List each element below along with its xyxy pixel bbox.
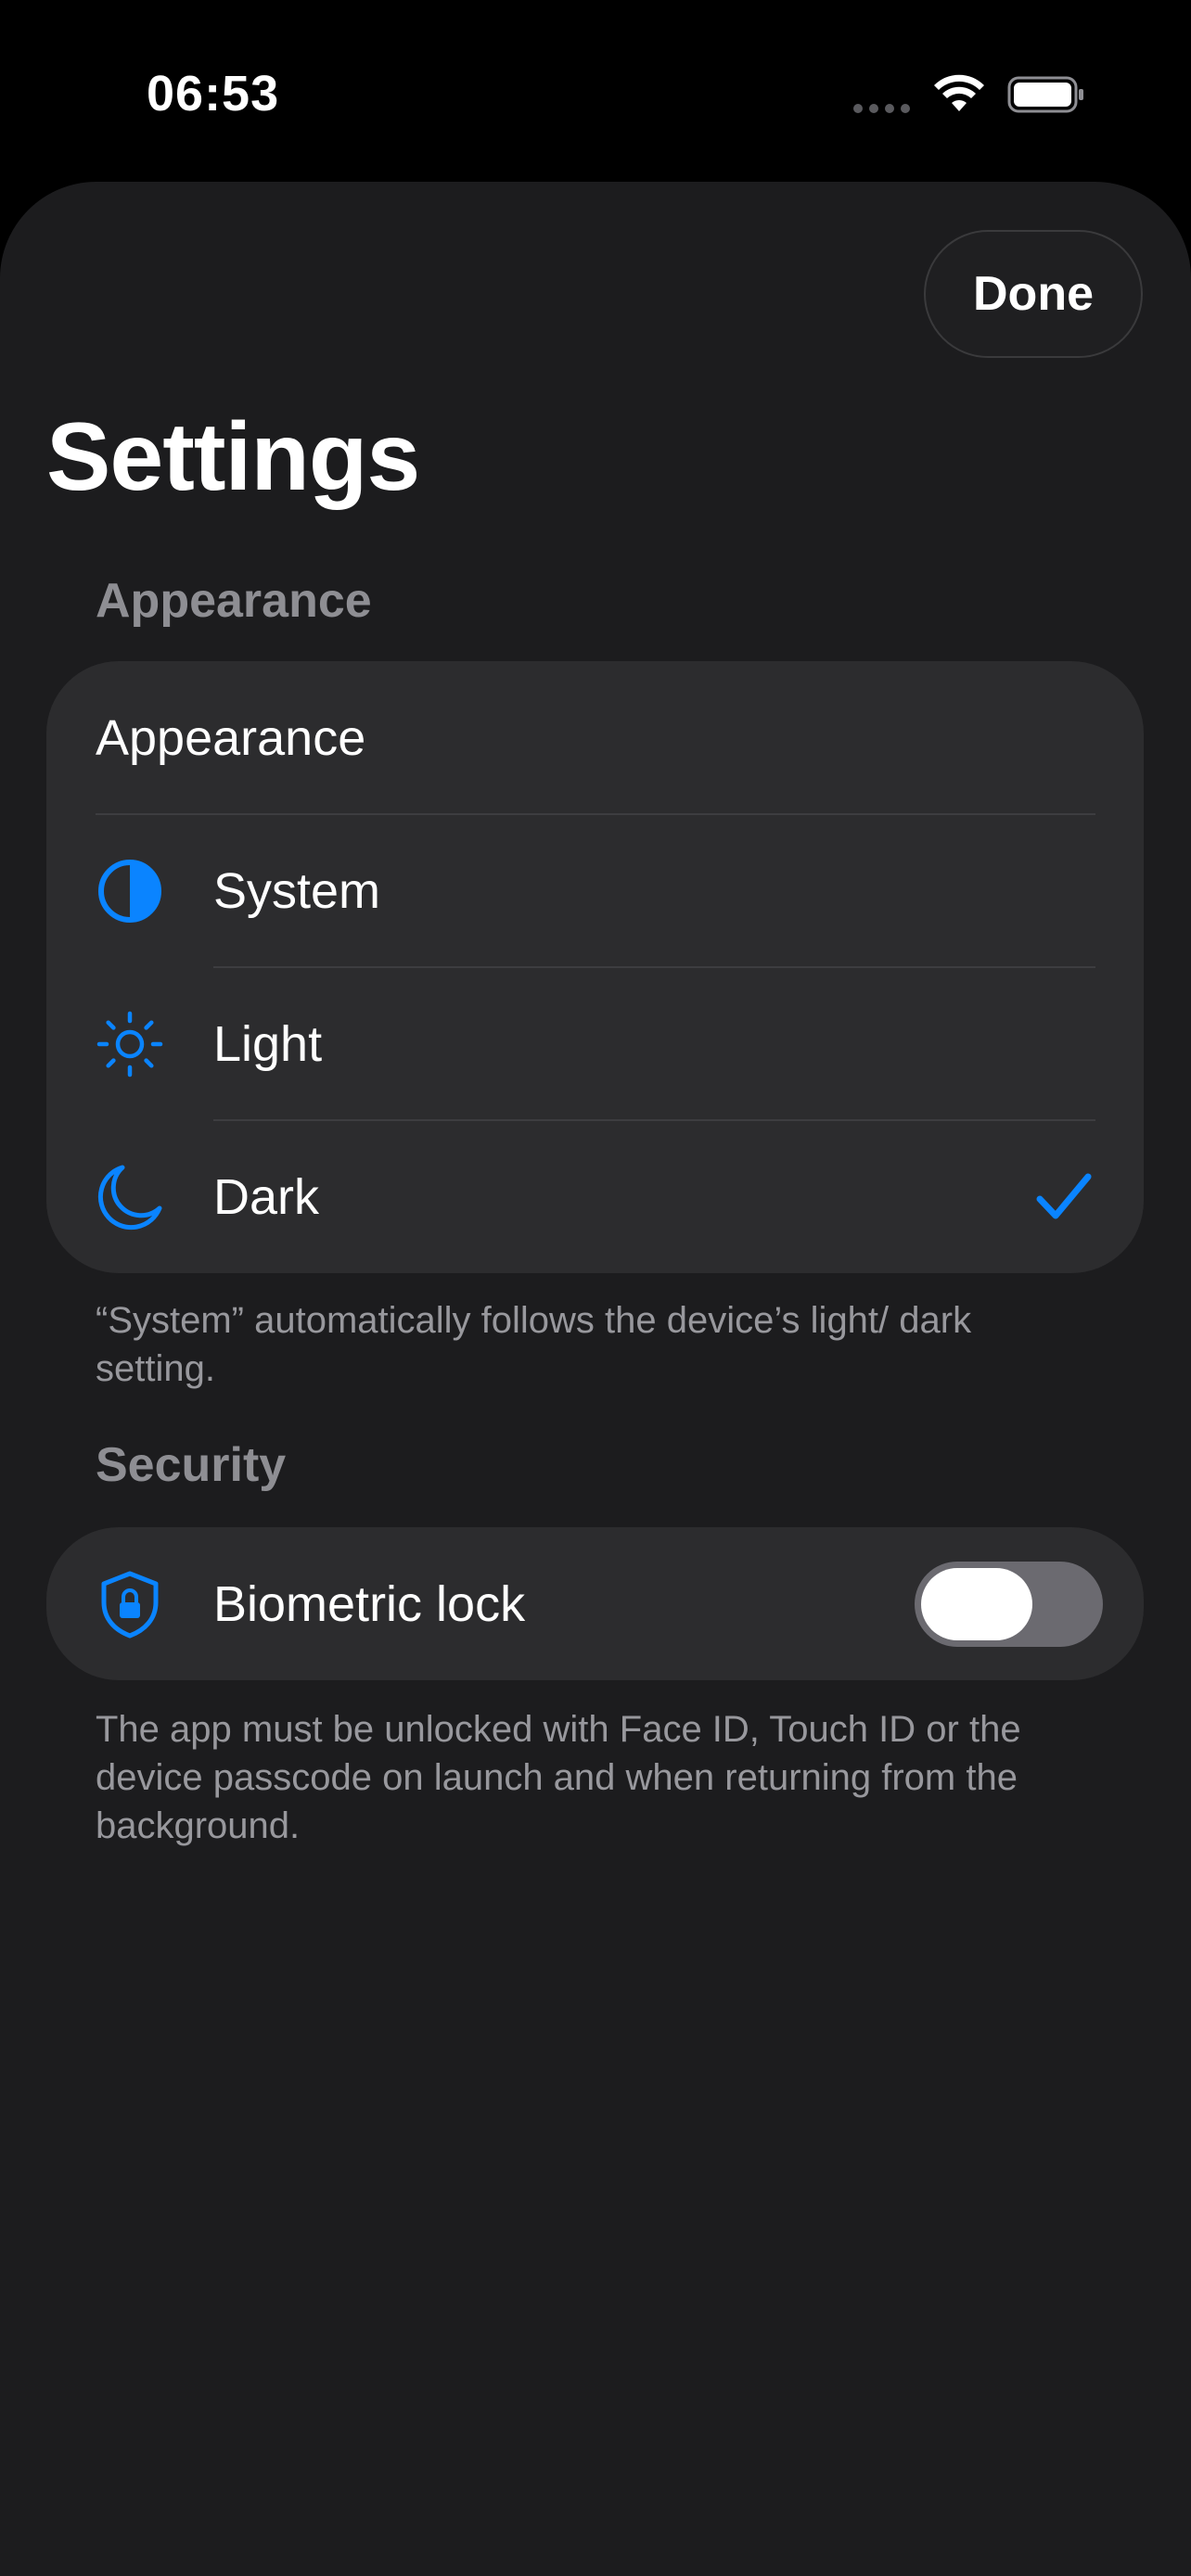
sun-icon [96,1011,163,1078]
security-footer-text: The app must be unlocked with Face ID, T… [96,1709,1021,1846]
done-button[interactable]: Done [924,230,1143,358]
appearance-option-dark[interactable]: Dark [46,1120,1144,1273]
battery-icon [1007,76,1083,113]
page-title: Settings [46,403,420,511]
shield-lock-icon [101,1571,159,1639]
appearance-card: Appearance System Light Dark [46,661,1144,1273]
moon-icon [97,1165,162,1231]
half-circle-icon [98,860,161,923]
appearance-option-label: System [213,862,381,919]
biometric-lock-label: Biometric lock [213,1575,526,1632]
appearance-card-title: Appearance [96,709,366,766]
appearance-option-light[interactable]: Light [46,967,1144,1120]
settings-sheet: Done Settings Appearance Appearance Syst… [0,182,1191,2576]
status-time: 06:53 [147,66,280,121]
appearance-option-label: Light [213,1015,323,1072]
appearance-option-label: Dark [213,1168,320,1225]
security-section-header: Security [96,1438,287,1492]
biometric-lock-row: Biometric lock [46,1527,1144,1680]
wifi-icon [934,74,984,111]
checkmark-icon [1036,1173,1092,1219]
appearance-option-system[interactable]: System [46,814,1144,967]
appearance-section-header: Appearance [96,574,372,628]
status-bar: 06:53 [0,0,1191,185]
appearance-footer-text: “System” automatically follows the devic… [96,1300,972,1389]
cellular-signal-icon [853,104,910,113]
toggle-knob [921,1568,1032,1640]
biometric-lock-toggle[interactable] [915,1562,1103,1647]
appearance-card-title-row: Appearance [46,661,1144,814]
security-card: Biometric lock [46,1527,1144,1680]
